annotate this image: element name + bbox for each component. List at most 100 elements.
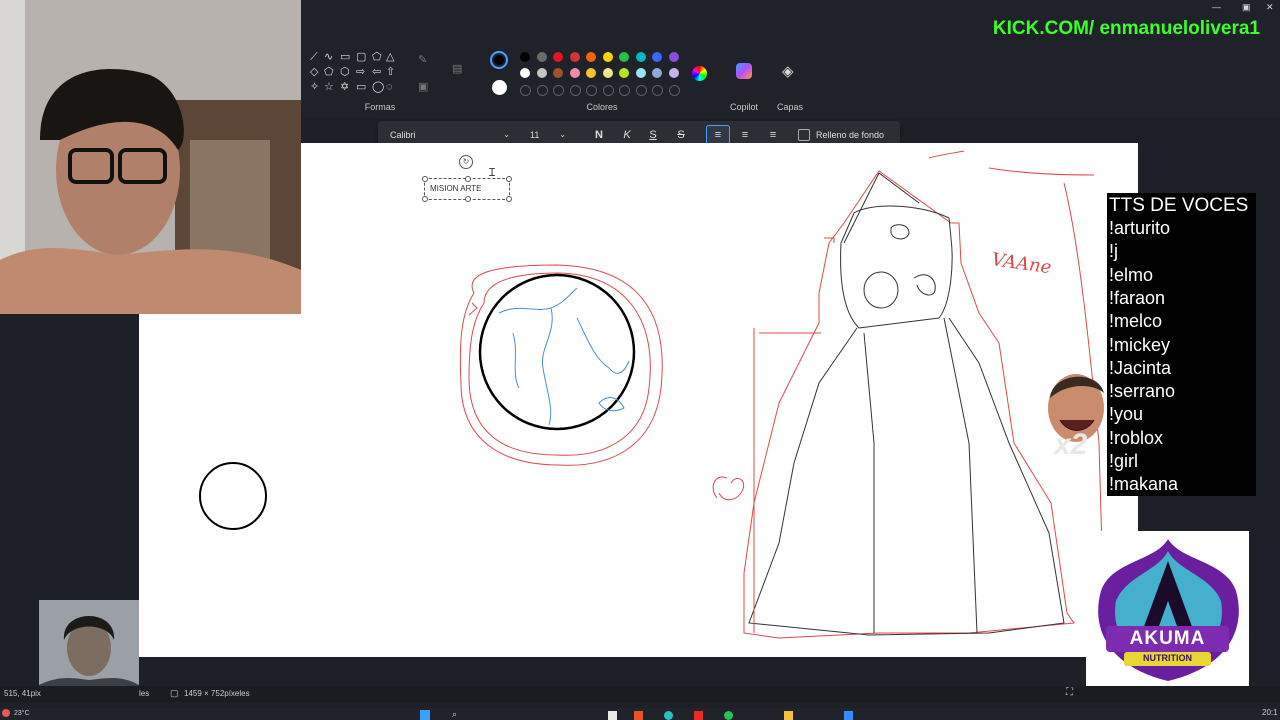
color-swatch[interactable] [520,52,530,62]
color-swatch[interactable] [602,52,613,62]
align-left-button[interactable]: ≡ [706,125,730,145]
empty-color-slot[interactable] [553,85,564,96]
bold-button[interactable]: N [588,125,610,145]
resize-handle[interactable] [506,176,512,182]
empty-color-slot[interactable] [652,85,663,96]
color-swatch[interactable] [619,68,629,78]
pentagon-shape-icon[interactable]: ⬠ [324,67,334,78]
color-picker-icon[interactable] [692,66,707,81]
copilot-label[interactable]: Copilot [724,102,764,112]
outline-icon[interactable]: ✎ [418,55,427,66]
canvas-size: 1459 × 752píxeles [184,689,250,698]
color-swatch[interactable] [635,52,646,62]
empty-color-slot[interactable] [520,85,531,96]
color-swatch[interactable] [553,52,563,62]
resize-handle[interactable] [465,196,471,202]
star6-shape-icon[interactable]: ✡ [340,82,349,93]
resize-handle[interactable] [422,176,428,182]
diamond-shape-icon[interactable]: ◇ [310,67,318,78]
color-swatch[interactable] [668,68,679,78]
cursor-position: 515, 41pix [4,689,41,698]
cursor-position-suffix: les [139,689,150,698]
color-swatch[interactable] [668,52,679,62]
minimize-icon[interactable]: — [1212,2,1221,13]
callout-oval-shape-icon[interactable]: ◯ [372,82,384,93]
callout-rect-shape-icon[interactable]: ▭ [356,82,366,93]
color-swatch[interactable] [536,52,547,62]
empty-color-slot[interactable] [619,85,630,96]
color-swatch[interactable] [520,68,530,78]
triangle-shape-icon[interactable]: △ [386,52,394,63]
color-swatch[interactable] [586,52,596,62]
empty-color-slot[interactable] [586,85,597,96]
taskbar-app-icon[interactable] [694,711,703,720]
align-right-button[interactable]: ≡ [762,125,784,145]
polygon-shape-icon[interactable]: ⬠ [372,52,382,63]
line-shape-icon[interactable]: ⟋ [310,52,318,63]
taskbar-app-icon[interactable] [608,711,617,720]
color-swatch[interactable] [602,68,613,78]
avatar-card [39,600,139,700]
color-swatch[interactable] [619,52,629,62]
secondary-color-swatch[interactable] [492,80,507,95]
strikethrough-button[interactable]: S [670,125,692,145]
font-family-value: Calibri [390,130,416,140]
arrow-right-shape-icon[interactable]: ⇨ [356,67,365,78]
close-icon[interactable]: ✕ [1266,2,1274,13]
multiplier-badge: x2 [1054,428,1088,461]
empty-color-slot[interactable] [668,85,680,96]
italic-button[interactable]: K [616,125,638,145]
color-swatch[interactable] [635,68,646,78]
tts-command: !you [1109,404,1144,425]
color-swatch[interactable] [569,68,580,78]
start-button-icon[interactable] [420,710,430,720]
callout-cloud-shape-icon[interactable]: ◌ [386,82,393,93]
avatar-image [39,600,139,700]
primary-color-swatch[interactable] [490,51,508,69]
align-center-button[interactable]: ≡ [734,125,756,145]
taskbar-app-icon[interactable] [784,711,793,720]
star5-shape-icon[interactable]: ☆ [324,82,334,93]
rectangle-shape-icon[interactable]: ▭ [340,52,350,63]
taskbar-app-icon[interactable] [724,711,733,720]
color-swatch[interactable] [569,52,580,62]
empty-color-slot[interactable] [569,85,581,96]
resize-handle[interactable] [465,176,471,182]
fit-screen-icon[interactable]: ⛶ [1066,687,1073,698]
font-size-select[interactable]: 11 ⌄ [530,125,566,145]
color-swatch[interactable] [536,68,547,78]
resize-handle[interactable] [422,196,428,202]
copilot-icon[interactable] [736,63,752,79]
shape-options-icon[interactable]: ▤ [452,64,462,75]
rounded-rectangle-shape-icon[interactable]: ▢ [356,52,366,63]
curve-shape-icon[interactable]: ∿ [324,52,333,63]
empty-color-slot[interactable] [635,85,647,96]
taskbar-app-icon[interactable] [664,711,673,720]
layers-icon[interactable]: ◈ [782,64,794,79]
empty-color-slot[interactable] [536,85,548,96]
restore-icon[interactable]: ▣ [1242,2,1251,13]
text-box[interactable]: MISION ARTE [422,176,512,202]
arrow-up-shape-icon[interactable]: ⇧ [386,67,395,78]
tts-command: !arturito [1109,218,1171,238]
font-family-select[interactable]: Calibri ⌄ [390,125,510,145]
tts-command: !melco [1109,311,1163,332]
background-fill-checkbox[interactable] [798,129,810,141]
color-swatch[interactable] [553,68,563,78]
color-swatch[interactable] [586,68,596,78]
tts-command: !j [1109,241,1118,262]
hexagon-shape-icon[interactable]: ⬡ [340,67,350,78]
fill-icon[interactable]: ▣ [418,82,428,93]
star4-shape-icon[interactable]: ✧ [310,82,319,93]
layers-label[interactable]: Capas [770,102,810,112]
resize-handle[interactable] [506,196,512,202]
arrow-left-shape-icon[interactable]: ⇦ [372,67,381,78]
color-swatch[interactable] [652,52,662,62]
underline-button[interactable]: S [642,125,664,145]
empty-color-slot[interactable] [602,85,614,96]
search-icon[interactable]: ⌕ [452,709,457,720]
taskbar-app-icon[interactable] [844,711,853,720]
taskbar-app-icon[interactable] [634,711,643,720]
color-swatch[interactable] [652,68,662,78]
rotate-handle-icon[interactable]: ↻ [459,155,473,169]
